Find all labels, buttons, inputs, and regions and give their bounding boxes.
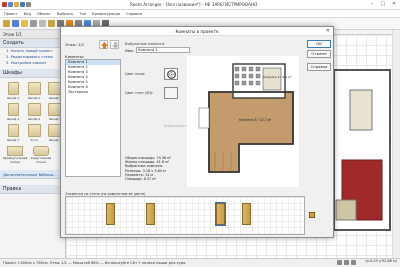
furniture-item[interactable]: Шкаф 1 — [4, 123, 22, 142]
arrow-up-icon — [101, 42, 108, 49]
create-section-title: Создать — [0, 39, 65, 48]
new-icon[interactable] — [8, 2, 13, 7]
dialog-title: Комнаты в проекте — [175, 29, 219, 34]
floor-color-swatch[interactable] — [164, 68, 178, 80]
list-item[interactable]: Экстерьер — [66, 90, 120, 95]
menu-project[interactable]: Проект — [4, 12, 18, 16]
room-plan-preview: Комната 2 / 4.1 м² Комната 6 / 42.3 м² — [187, 56, 299, 187]
cancel-button[interactable]: Отмена — [307, 50, 331, 58]
room-list[interactable]: Комната 1 Комната 2 Комната 3 Комната 4 … — [65, 59, 121, 177]
step-setup-rooms[interactable]: 3. Настройка комнат — [0, 60, 65, 66]
menu-select[interactable]: Выбрать — [57, 12, 73, 16]
folder-icon[interactable] — [3, 20, 10, 27]
close-icon[interactable]: ✕ — [326, 28, 330, 34]
title-bar: Room Arranger - [без названия*] - НЕ ЗАР… — [0, 0, 400, 10]
edit-section-title[interactable]: Правка — [0, 185, 65, 194]
close-icon[interactable]: ✕ — [390, 1, 398, 8]
undo-icon[interactable] — [26, 2, 31, 7]
paste-icon[interactable] — [48, 20, 55, 27]
left-panel: Этаж 1/1 Создать 1. Начать новый проект … — [0, 30, 66, 258]
menu-object[interactable]: Объект — [37, 12, 51, 16]
menu-bar: Проект Вид Объект Выбрать Тип Конфигурац… — [0, 10, 400, 18]
window-controls: – □ ✕ — [368, 1, 398, 8]
menu-help[interactable]: Справка — [126, 12, 142, 16]
rooms-dialog: Комнаты в проекте ✕ Этаж: 1/1 Комнаты: К… — [60, 26, 334, 238]
snap-toggle-icon[interactable] — [344, 260, 349, 265]
maximize-icon[interactable]: □ — [379, 1, 387, 8]
floor-color-label: Цвет пола: — [125, 72, 146, 76]
door-element[interactable] — [215, 202, 226, 226]
minimize-icon[interactable]: – — [368, 1, 376, 8]
menu-config[interactable]: Конфигурация — [92, 12, 120, 16]
furniture-item[interactable]: Шкаф 1 — [4, 102, 22, 121]
dialog-body: Этаж: 1/1 Комнаты: Комната 1 Комната 2 К… — [61, 36, 333, 237]
wall-color-swatch[interactable] — [164, 87, 178, 99]
vertical-scrollbar[interactable] — [392, 30, 400, 258]
more-libraries-link[interactable]: Дополнительные библио... — [0, 170, 65, 179]
print-icon[interactable] — [21, 20, 28, 27]
plan-label-room2: Комната 2 / 4.1 м² — [263, 75, 292, 79]
menu-type[interactable]: Тип — [79, 12, 86, 16]
furniture-item[interactable]: Угол — [25, 123, 43, 142]
room-statistics: Общая площадь: 74.36 м² Жилая площадь: 4… — [125, 156, 171, 181]
save-icon[interactable] — [12, 20, 19, 27]
grid-toggle-icon[interactable] — [337, 260, 342, 265]
floor-pattern-icon — [166, 69, 176, 79]
menu-view[interactable]: Вид — [24, 12, 31, 16]
zoom-toggle-icon[interactable] — [351, 260, 356, 265]
status-text: Проект 1160см x 785см, Этаж 1/2 — Масшта… — [3, 261, 186, 265]
wall-elevation-strip[interactable] — [65, 196, 305, 235]
app-icon[interactable] — [2, 2, 7, 7]
ok-button[interactable]: OK — [307, 40, 331, 48]
copy-icon[interactable] — [39, 20, 46, 27]
status-coordinates: (x:4.29 y:92.88 м) — [365, 259, 397, 263]
quick-access-toolbar — [2, 2, 31, 8]
furniture-item[interactable]: Шкаф 1 — [4, 81, 22, 100]
floor-label: Этаж: 1/1 — [65, 42, 85, 47]
window-title: Room Arranger - [без названия*] - НЕ ЗАР… — [130, 2, 258, 7]
wall-color-label: Цвет стен (3D): — [125, 91, 154, 95]
arrow-down-icon — [112, 42, 119, 49]
furniture-item[interactable]: Скругленная полка — [30, 146, 52, 164]
furniture-grid: Шкаф 1 Шкаф 2 Шкаф 3 Шкаф 1 Шкаф 2 Шкаф … — [0, 78, 65, 142]
open-icon[interactable] — [14, 2, 19, 7]
move-up-button[interactable] — [99, 40, 108, 49]
furniture-item[interactable]: Прямоугольная полка — [3, 146, 27, 164]
move-down-button[interactable] — [110, 40, 119, 49]
plan-label-room6: Комната 6 / 42.3 м² — [239, 118, 272, 122]
door-element[interactable] — [106, 203, 115, 225]
room-name-input[interactable]: Комната 1 — [136, 47, 190, 53]
status-icons — [337, 260, 356, 265]
help-button[interactable]: Справка — [307, 63, 331, 71]
furniture-item[interactable]: Шкаф 2 — [25, 81, 43, 100]
name-label: Имя: — [125, 49, 134, 53]
cut-icon[interactable] — [30, 20, 37, 27]
furniture-item[interactable]: Шкаф 2 — [25, 102, 43, 121]
save-icon[interactable] — [20, 2, 25, 7]
door-element[interactable] — [242, 203, 251, 225]
selected-rooms-title: Выбранные комнаты — [125, 42, 165, 46]
dialog-title-bar: Комнаты в проекте ✕ — [61, 27, 333, 36]
wall-settings-icon[interactable] — [309, 212, 315, 218]
floor-indicator: Этаж 1/1 — [0, 30, 65, 39]
stat-area: Площадь: 8.37 м² — [125, 177, 157, 182]
category-wardrobes[interactable]: Шкафы — [0, 69, 65, 78]
door-element[interactable] — [146, 203, 155, 225]
